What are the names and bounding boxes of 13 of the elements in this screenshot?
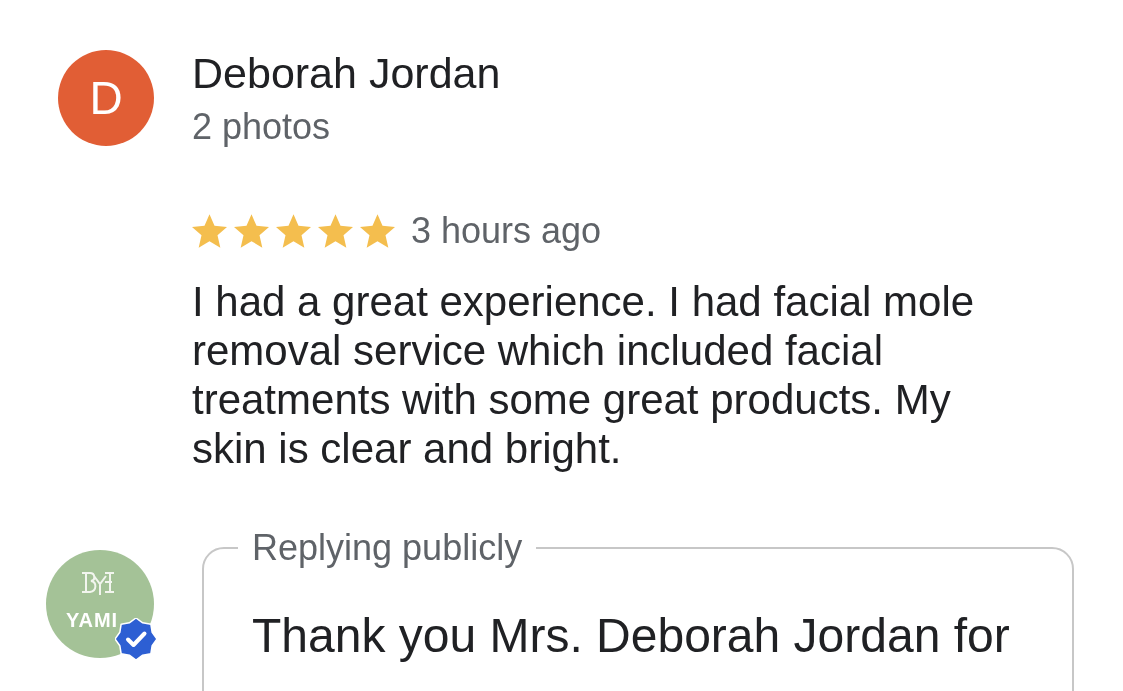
star-icon	[234, 214, 269, 248]
star-icon	[192, 214, 227, 248]
star-icon	[360, 214, 395, 248]
initial-avatar: D	[58, 50, 154, 146]
review-text: I had a great experience. I had facial mole removal service which included facial treatments with some great products. My skin is clear and bright.	[192, 277, 976, 473]
star-icon	[318, 214, 353, 248]
photo-count: 2 photos	[192, 107, 331, 147]
reply-text: Thank you Mrs. Deborah Jordan for	[252, 608, 1011, 664]
reply-legend: Replying publicly	[238, 526, 537, 570]
logo-text: YAMI	[66, 610, 119, 630]
star-icon	[276, 214, 311, 248]
review-time: 3 hours ago	[411, 211, 602, 251]
reviewer-name: Deborah Jordan	[192, 50, 501, 96]
